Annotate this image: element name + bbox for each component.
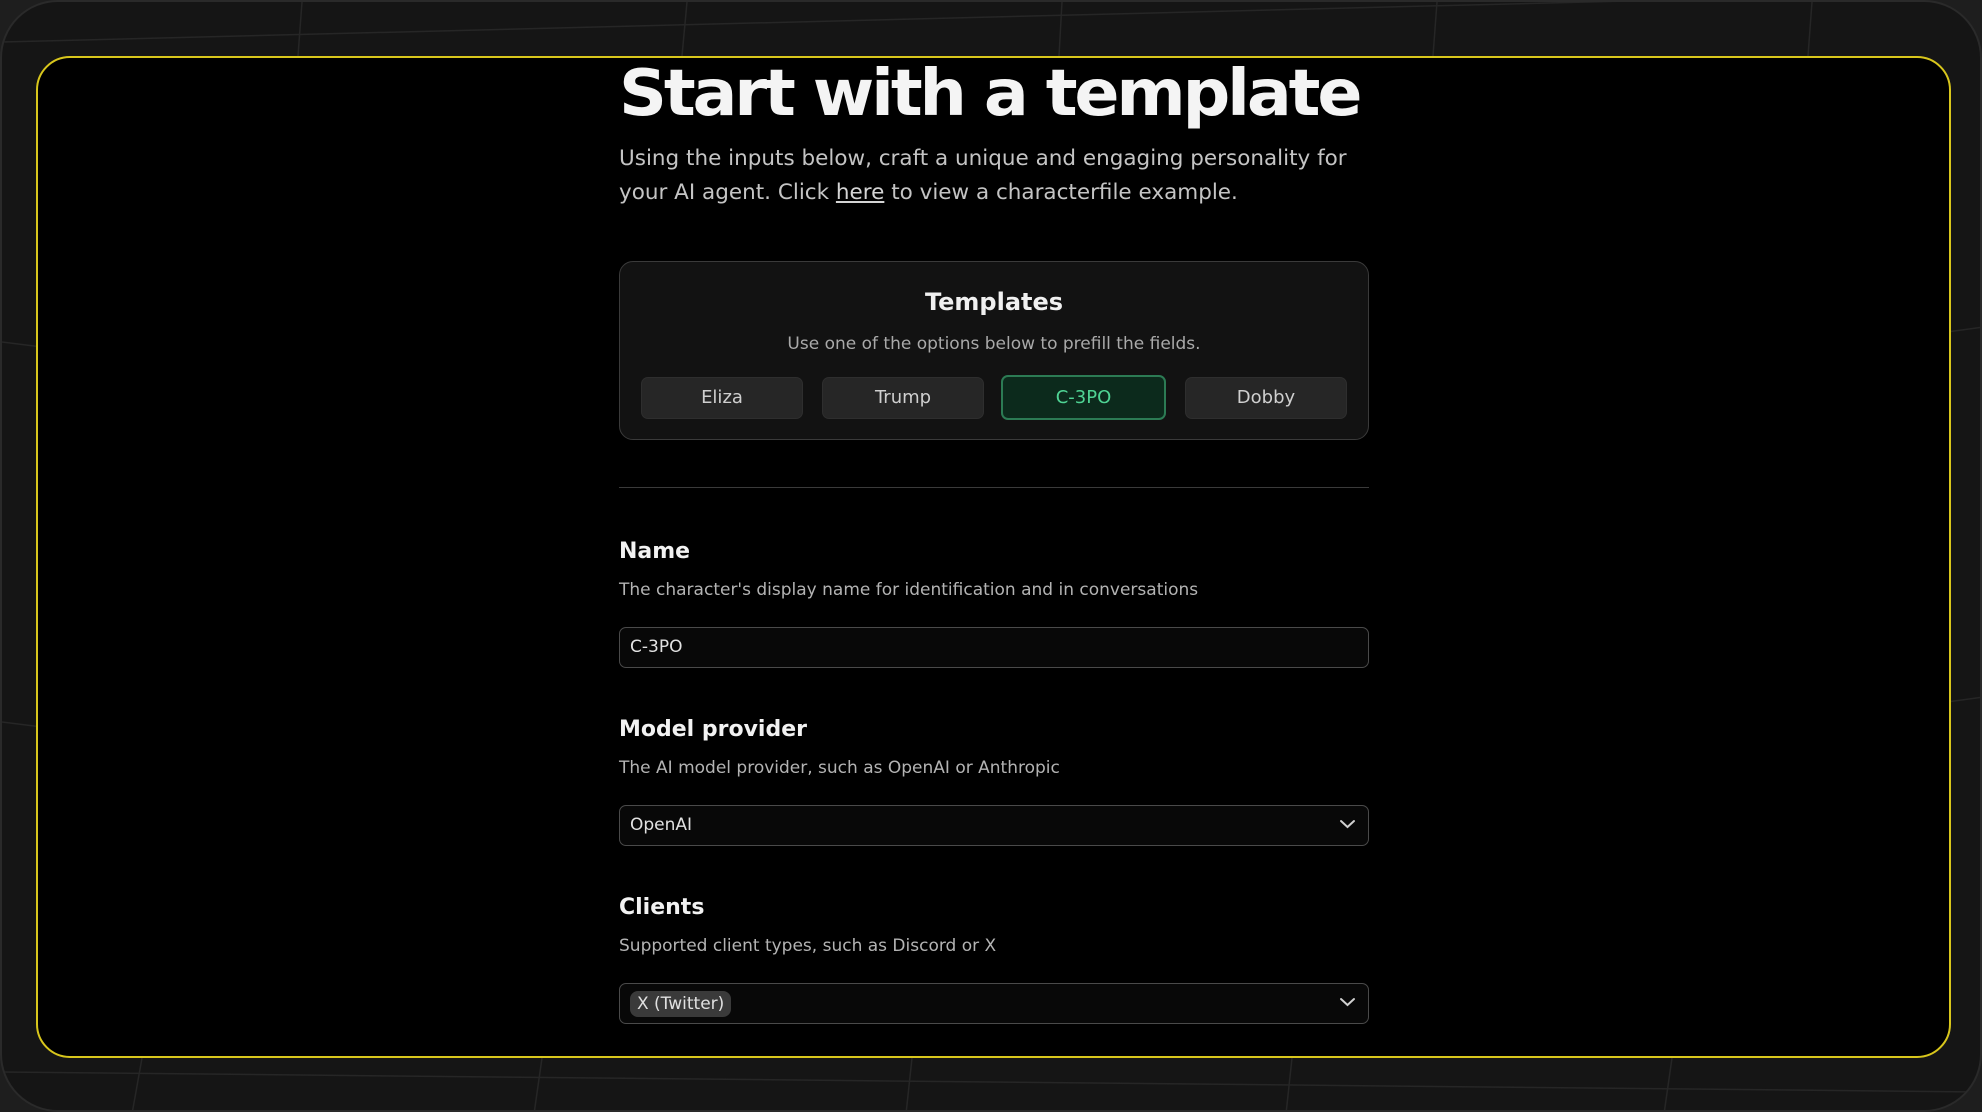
templates-card: Templates Use one of the options below t… (619, 261, 1369, 440)
characterfile-example-link[interactable]: here (836, 180, 884, 205)
clients-select[interactable]: X (Twitter) (619, 983, 1369, 1024)
browser-viewport: Start with a template Using the inputs b… (36, 56, 1951, 1058)
name-label: Name (619, 539, 691, 564)
client-chip-x-twitter[interactable]: X (Twitter) (630, 991, 732, 1017)
name-description: The character's display name for identif… (619, 580, 1199, 600)
templates-subtitle: Use one of the options below to prefill … (787, 334, 1201, 354)
section-divider (619, 487, 1369, 488)
model-provider-value: OpenAI (630, 815, 693, 835)
device-frame: Start with a template Using the inputs b… (0, 0, 1982, 1112)
model-provider-description: The AI model provider, such as OpenAI or… (619, 758, 1060, 778)
chevron-down-icon (1340, 998, 1355, 1007)
model-provider-select[interactable]: OpenAI (619, 805, 1369, 846)
intro-text-end: to view a characterfile example. (884, 180, 1238, 205)
name-input[interactable]: C-3PO (619, 627, 1369, 668)
templates-title: Templates (924, 288, 1064, 316)
template-trump-button[interactable]: Trump (822, 377, 984, 419)
clients-description: Supported client types, such as Discord … (619, 936, 997, 956)
template-dobby-button[interactable]: Dobby (1185, 377, 1347, 419)
page-title: Start with a template (619, 57, 1363, 131)
template-eliza-button[interactable]: Eliza (641, 377, 803, 419)
template-options: Eliza Trump C-3PO Dobby (641, 375, 1349, 420)
chevron-down-icon (1340, 820, 1355, 829)
page-intro: Using the inputs below, craft a unique a… (619, 142, 1379, 210)
clients-label: Clients (619, 895, 705, 920)
model-provider-label: Model provider (619, 717, 807, 742)
template-c3po-button[interactable]: C-3PO (1001, 375, 1166, 420)
